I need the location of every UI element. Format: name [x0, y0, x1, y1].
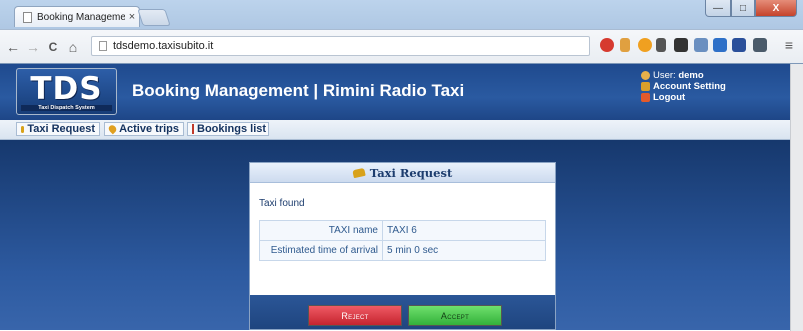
- smiley-extension-icon[interactable]: [638, 38, 652, 52]
- dialog-title: Taxi Request: [369, 165, 453, 180]
- maximize-button[interactable]: □: [731, 0, 755, 17]
- extension-icon[interactable]: [732, 38, 746, 52]
- grid-extension-icon[interactable]: [753, 38, 767, 52]
- accept-button[interactable]: Accept: [408, 305, 502, 326]
- table-row: TAXI name TAXI 6: [259, 220, 546, 241]
- dialog-message: Taxi found: [259, 198, 305, 209]
- taxi-icon: [21, 125, 25, 133]
- page-icon: [23, 11, 32, 23]
- adblock-extension-icon[interactable]: [600, 38, 614, 52]
- dialog-header: Taxi Request: [250, 163, 555, 183]
- account-setting-link[interactable]: Account Setting: [641, 81, 726, 92]
- minimize-button[interactable]: —: [705, 0, 731, 17]
- settings-icon: [641, 82, 650, 91]
- content-area: Taxi Request Taxi found TAXI name TAXI 6…: [0, 140, 790, 330]
- page-header: TDS Taxi Dispatch System Booking Managem…: [0, 64, 790, 120]
- menu-item-label: Bookings list: [197, 123, 267, 135]
- window-extension-icon[interactable]: [713, 38, 727, 52]
- browser-chrome: Booking Management × — □ X ← → C ⌂ tdsde…: [0, 0, 803, 64]
- logout-icon: [641, 93, 650, 102]
- browser-tab[interactable]: Booking Management ×: [14, 6, 140, 27]
- menu-item-taxi-request[interactable]: Taxi Request: [16, 122, 100, 136]
- reject-button[interactable]: Reject: [308, 305, 402, 326]
- new-tab-button[interactable]: [137, 9, 171, 26]
- calendar-icon: [192, 124, 194, 134]
- window-controls: — □ X: [705, 0, 797, 17]
- screenshot-extension-icon[interactable]: [694, 38, 708, 52]
- taxi-name-label: TAXI name: [259, 220, 383, 241]
- menu-item-label: Taxi Request: [27, 123, 95, 135]
- url-text: tdsdemo.taxisubito.it: [113, 40, 214, 52]
- eyedropper-extension-icon[interactable]: [656, 38, 666, 52]
- user-row: User: demo: [641, 70, 726, 81]
- logo-subtitle: Taxi Dispatch System: [21, 105, 112, 111]
- logout-link[interactable]: Logout: [641, 92, 726, 103]
- user-label: User:: [653, 70, 676, 81]
- dialog-footer: Reject Accept: [250, 295, 555, 329]
- menu-item-active-trips[interactable]: Active trips: [104, 122, 184, 136]
- reload-icon[interactable]: C: [46, 40, 60, 54]
- map-pin-icon: [107, 123, 118, 135]
- user-menu: User: demo Account Setting Logout: [641, 70, 726, 103]
- user-icon: [641, 71, 650, 80]
- close-window-button[interactable]: X: [755, 0, 797, 17]
- jquery-extension-icon[interactable]: [674, 38, 688, 52]
- page-title: Booking Management | Rimini Radio Taxi: [132, 81, 465, 100]
- logo-text: TDS: [30, 71, 103, 107]
- tds-logo[interactable]: TDS Taxi Dispatch System: [16, 68, 117, 115]
- chrome-menu-icon[interactable]: ≡: [782, 37, 796, 53]
- back-icon[interactable]: ←: [6, 39, 20, 55]
- taxi-request-dialog: Taxi Request Taxi found TAXI name TAXI 6…: [249, 162, 556, 330]
- tab-title: Booking Management: [37, 11, 125, 23]
- home-icon[interactable]: ⌂: [66, 39, 80, 55]
- taxi-name-value: TAXI 6: [382, 220, 546, 241]
- menu-item-label: Active trips: [119, 123, 179, 135]
- eta-label: Estimated time of arrival: [259, 240, 383, 261]
- taxi-icon: [352, 167, 366, 178]
- user-name: demo: [678, 70, 704, 81]
- taxi-info-table: TAXI name TAXI 6 Estimated time of arriv…: [259, 220, 546, 261]
- browser-toolbar: ← → C ⌂ tdsdemo.taxisubito.it ≡: [0, 29, 803, 63]
- tab-close-icon[interactable]: ×: [125, 11, 139, 23]
- forward-icon[interactable]: →: [26, 39, 40, 55]
- menu-bar: Taxi Request Active trips Bookings list: [0, 120, 790, 140]
- page-icon: [99, 41, 107, 51]
- eta-value: 5 min 0 sec: [382, 240, 546, 261]
- table-row: Estimated time of arrival 5 min 0 sec: [259, 240, 546, 261]
- account-setting-label: Account Setting: [653, 81, 726, 92]
- logout-label: Logout: [653, 92, 686, 103]
- menu-item-bookings-list[interactable]: Bookings list: [187, 122, 269, 136]
- address-bar[interactable]: tdsdemo.taxisubito.it: [91, 36, 590, 56]
- vertical-scrollbar[interactable]: [790, 64, 803, 331]
- ruler-extension-icon[interactable]: [620, 38, 630, 52]
